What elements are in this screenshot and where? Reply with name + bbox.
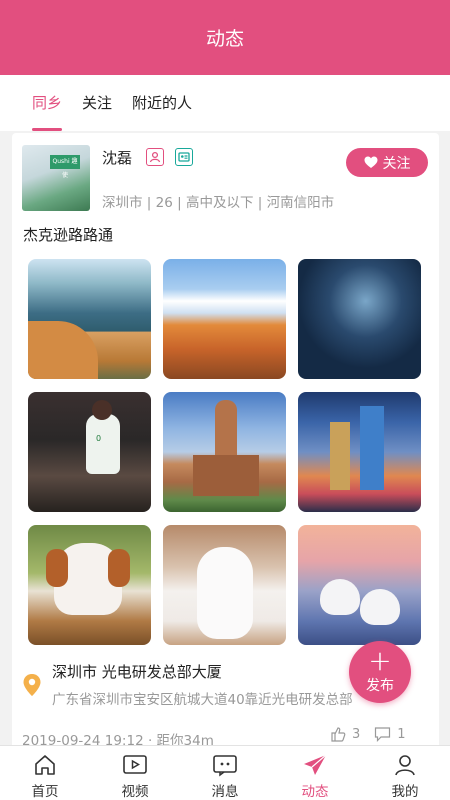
tab-nearby[interactable]: 附近的人 — [132, 75, 192, 131]
location-pin-icon — [23, 674, 41, 696]
nav-profile-label: 我的 — [391, 784, 419, 800]
post-text: 杰克逊路路通 — [23, 226, 114, 244]
nav-video-label: 视频 — [121, 784, 149, 800]
nav-moments-label: 动态 — [301, 784, 329, 800]
nav-profile[interactable]: 我的 — [360, 746, 450, 800]
page-title: 动态 — [205, 28, 244, 50]
avatar-sign: Qushi 趣使 — [50, 155, 80, 179]
photo-coastal-cliffs[interactable] — [28, 259, 151, 379]
photo-starry-sky[interactable] — [298, 259, 421, 379]
photo-rock-arch[interactable] — [163, 259, 286, 379]
heart-icon — [364, 156, 377, 168]
comment-icon[interactable] — [374, 726, 391, 742]
comment-count: 1 — [397, 726, 406, 742]
header-bar: 动态 — [0, 0, 450, 75]
nav-moments[interactable]: 动态 — [270, 746, 360, 800]
photo-grid — [28, 259, 422, 645]
bottom-nav: 首页 视频 消息 动态 我的 — [0, 745, 450, 800]
user-icon — [393, 752, 417, 778]
follow-button[interactable]: 关注 — [346, 148, 428, 177]
tab-bar: 同乡 关注 附近的人 — [0, 75, 450, 131]
verified-id-icon — [175, 148, 193, 166]
follow-label: 关注 — [382, 155, 411, 172]
photo-city-skyline[interactable] — [298, 392, 421, 512]
photo-cathedral-tower[interactable] — [163, 392, 286, 512]
gender-badge-icon — [146, 148, 164, 166]
nav-messages[interactable]: 消息 — [180, 746, 270, 800]
user-name[interactable]: 沈磊 — [102, 147, 132, 168]
plus-icon: + — [368, 644, 392, 677]
nav-video[interactable]: 视频 — [90, 746, 180, 800]
send-icon — [302, 752, 328, 778]
tab-following[interactable]: 关注 — [82, 75, 112, 131]
nav-home-label: 首页 — [31, 784, 59, 800]
nav-messages-label: 消息 — [211, 784, 239, 800]
user-meta: 深圳市 | 26 | 高中及以下 | 河南信阳市 — [102, 195, 335, 211]
photo-white-kitten[interactable] — [163, 525, 286, 645]
message-icon — [212, 752, 238, 778]
nav-home[interactable]: 首页 — [0, 746, 90, 800]
photo-puppy[interactable] — [28, 525, 151, 645]
photo-basketball-player[interactable] — [28, 392, 151, 512]
tab-hometown[interactable]: 同乡 — [32, 75, 63, 131]
like-count: 3 — [352, 726, 361, 742]
like-icon[interactable] — [330, 726, 346, 742]
video-icon — [122, 752, 148, 778]
avatar[interactable]: Qushi 趣使 — [22, 145, 90, 211]
publish-button[interactable]: + 发布 — [349, 641, 411, 703]
post-actions: 3 1 — [330, 726, 406, 742]
photo-swans[interactable] — [298, 525, 421, 645]
location-title: 深圳市 光电研发总部大厦 — [52, 663, 222, 681]
publish-label: 发布 — [366, 678, 394, 694]
home-icon — [33, 752, 57, 778]
